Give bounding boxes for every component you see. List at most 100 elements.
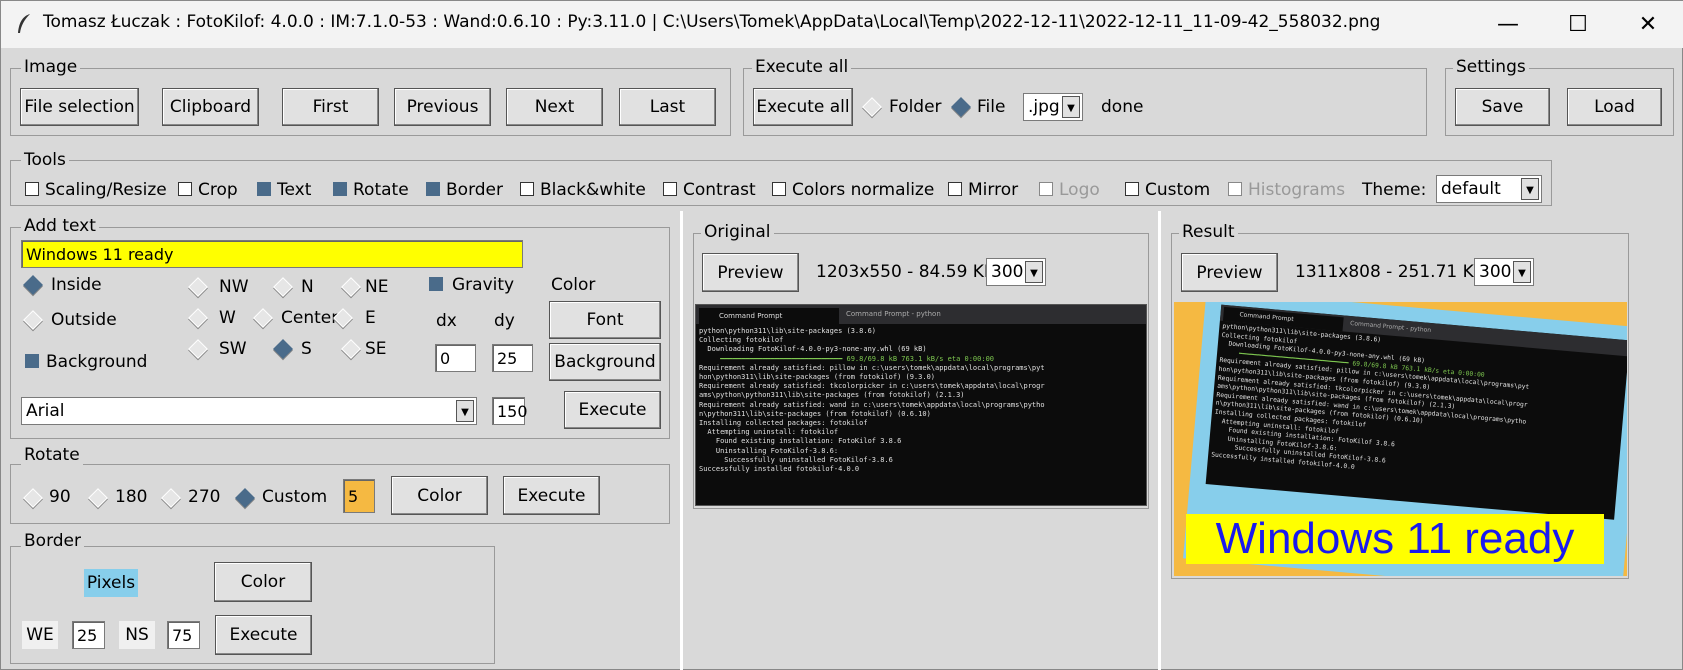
we-label: WE <box>22 621 58 649</box>
rotate-execute-button[interactable]: Execute <box>503 476 600 515</box>
original-info: 1203x550 - 84.59 KB <box>816 262 996 282</box>
background-color-button[interactable]: Background <box>549 343 661 381</box>
minimize-button[interactable]: — <box>1473 1 1543 48</box>
background-checkbox[interactable] <box>25 354 39 368</box>
tool-checkbox[interactable] <box>426 182 440 196</box>
terminal-output: python\python311\lib\site-packages (3.8.… <box>1211 323 1533 487</box>
execute-status: done <box>1101 97 1144 117</box>
border-execute-button[interactable]: Execute <box>215 615 312 655</box>
theme-select[interactable]: default ▼ <box>1436 175 1542 203</box>
image-group-title: Image <box>21 57 81 77</box>
window-title: Tomasz Łuczak : FotoKilof: 4.0.0 : IM:7.… <box>43 12 1381 32</box>
font-value: Arial <box>26 401 65 421</box>
rotate-270-label: 270 <box>188 487 221 507</box>
gravity-label-ne: NE <box>365 277 389 297</box>
maximize-button[interactable]: ☐ <box>1543 1 1613 48</box>
close-button[interactable]: ✕ <box>1613 1 1683 48</box>
terminal-line: Requirement already satisfied: wand in c… <box>699 400 1045 409</box>
result-group-title: Result <box>1179 222 1238 242</box>
font-size-input[interactable]: 150 <box>492 397 528 425</box>
save-button[interactable]: Save <box>1455 88 1550 126</box>
tool-label: Border <box>446 180 503 200</box>
tool-checkbox[interactable] <box>178 182 192 196</box>
text-execute-button[interactable]: Execute <box>564 391 661 429</box>
theme-value: default <box>1441 179 1501 199</box>
next-button[interactable]: Next <box>506 88 603 126</box>
original-preview-button[interactable]: Preview <box>702 253 799 292</box>
previous-button[interactable]: Previous <box>394 88 491 126</box>
terminal-line: Requirement already satisfied: pillow in… <box>699 363 1045 372</box>
execute-all-group-title: Execute all <box>752 57 852 77</box>
dx-input[interactable]: 0 <box>435 344 476 372</box>
first-button[interactable]: First <box>282 88 379 126</box>
column-divider <box>1158 211 1161 670</box>
tool-label: Scaling/Resize <box>45 180 167 200</box>
terminal-line: Successfully uninstalled FotoKilof-3.8.6 <box>699 455 893 464</box>
tool-checkbox <box>1039 182 1053 196</box>
result-preview-image: Command Prompt Command Prompt - python p… <box>1174 302 1627 576</box>
tool-label: Contrast <box>683 180 756 200</box>
tool-label: Black&white <box>540 180 646 200</box>
rotate-group-title: Rotate <box>21 445 83 465</box>
maximize-icon: ☐ <box>1568 12 1588 37</box>
gravity-label: Gravity <box>452 275 515 295</box>
original-group-title: Original <box>701 222 774 242</box>
theme-label: Theme: <box>1362 180 1427 200</box>
rotate-custom-input[interactable]: 5 <box>343 479 375 513</box>
folder-label: Folder <box>889 97 942 117</box>
dy-input[interactable]: 25 <box>492 344 533 372</box>
tool-checkbox[interactable] <box>25 182 39 196</box>
outside-label: Outside <box>51 310 117 330</box>
dy-label: dy <box>494 311 515 331</box>
font-select[interactable]: Arial ▼ <box>21 397 477 425</box>
close-icon: ✕ <box>1638 12 1658 37</box>
border-color-button[interactable]: Color <box>214 562 312 602</box>
file-label: File <box>977 97 1006 117</box>
tool-checkbox[interactable] <box>772 182 786 196</box>
result-size-select[interactable]: 300 ▼ <box>1474 258 1534 286</box>
tool-checkbox[interactable] <box>1125 182 1139 196</box>
result-size-value: 300 <box>1479 262 1512 282</box>
load-button[interactable]: Load <box>1567 88 1662 126</box>
gravity-label-sw: SW <box>219 339 247 359</box>
tool-checkbox[interactable] <box>257 182 271 196</box>
original-size-select[interactable]: 300 ▼ <box>986 258 1046 286</box>
tool-label: Histograms <box>1248 180 1346 200</box>
terminal-line: hon\python311\lib\site-packages (from fo… <box>699 373 936 382</box>
chevron-down-icon: ▼ <box>1025 261 1043 283</box>
color-label: Color <box>551 275 596 295</box>
tool-checkbox[interactable] <box>520 182 534 196</box>
terminal-line: Found existing installation: FotoKilof 3… <box>699 437 902 446</box>
tools-group-title: Tools <box>21 150 69 170</box>
gravity-checkbox[interactable] <box>429 277 443 291</box>
tool-checkbox[interactable] <box>663 182 677 196</box>
chevron-down-icon: ▼ <box>1513 261 1531 283</box>
tool-checkbox <box>1228 182 1242 196</box>
gravity-label-se: SE <box>365 339 387 359</box>
gravity-label-w: W <box>219 308 236 328</box>
tool-label: Rotate <box>353 180 409 200</box>
result-preview-button[interactable]: Preview <box>1181 253 1278 292</box>
we-input[interactable]: 25 <box>72 621 105 649</box>
tool-label: Custom <box>1145 180 1211 200</box>
rotate-180-label: 180 <box>115 487 148 507</box>
terminal-output: python\python311\lib\site-packages (3.8.… <box>699 327 1045 474</box>
terminal-line: n\python311\lib\site-packages (from foto… <box>699 409 931 418</box>
border-group-title: Border <box>21 531 84 551</box>
rotate-color-button[interactable]: Color <box>391 476 488 515</box>
extension-select[interactable]: .jpg ▼ <box>1023 93 1083 121</box>
execute-all-button[interactable]: Execute all <box>753 88 853 126</box>
tool-checkbox[interactable] <box>948 182 962 196</box>
chevron-down-icon: ▼ <box>456 400 474 422</box>
tool-label: Logo <box>1059 180 1100 200</box>
text-input[interactable]: Windows 11 ready <box>21 240 523 268</box>
terminal-tab: Command Prompt <box>699 308 839 324</box>
clipboard-button[interactable]: Clipboard <box>162 88 259 126</box>
ns-input[interactable]: 75 <box>167 621 200 649</box>
result-overlay-text: Windows 11 ready <box>1186 514 1604 564</box>
font-color-button[interactable]: Font <box>549 301 661 339</box>
file-selection-button[interactable]: File selection <box>20 88 139 126</box>
settings-group-title: Settings <box>1453 57 1529 77</box>
tool-checkbox[interactable] <box>333 182 347 196</box>
last-button[interactable]: Last <box>619 88 716 126</box>
